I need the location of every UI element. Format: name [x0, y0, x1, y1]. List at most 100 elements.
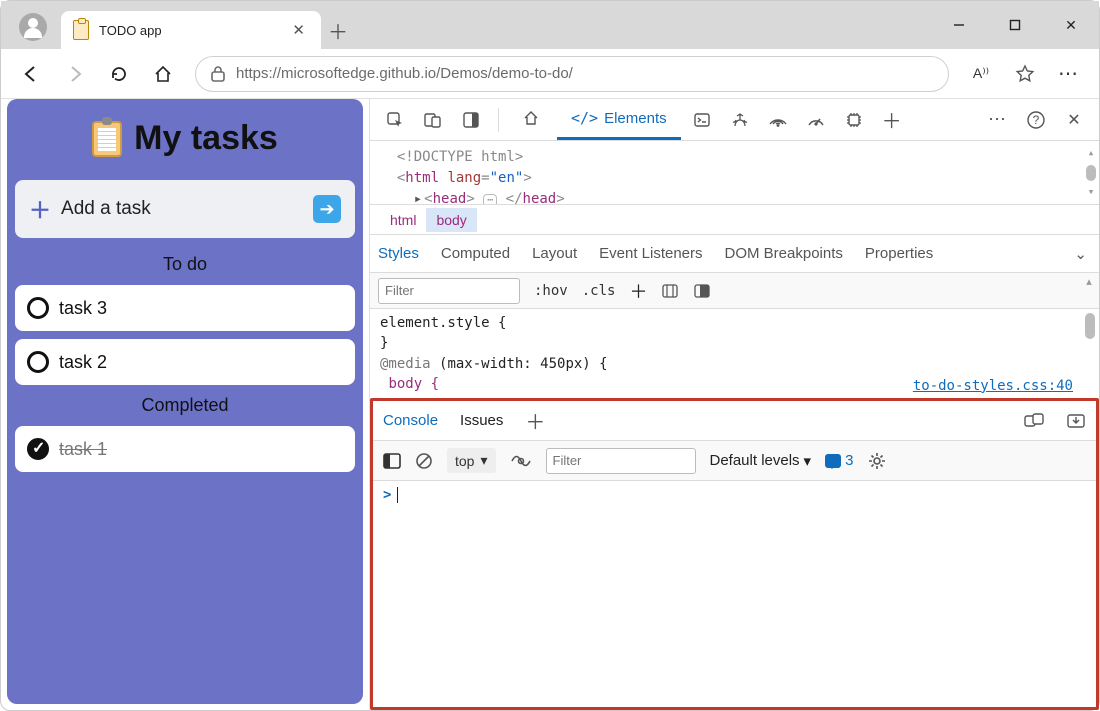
scrollbar[interactable] — [1085, 313, 1095, 339]
input-caret — [397, 487, 398, 503]
dock-icon[interactable] — [454, 103, 488, 137]
console-tab-icon[interactable] — [685, 103, 719, 137]
tab-styles[interactable]: Styles — [378, 245, 419, 262]
drawer-dock-icon[interactable] — [1066, 413, 1086, 429]
source-link[interactable]: to-do-styles.css:40 — [913, 376, 1073, 396]
welcome-tab[interactable] — [509, 100, 553, 140]
new-rule-button[interactable]: ＋ — [629, 278, 647, 304]
cls-toggle[interactable]: .cls — [582, 283, 616, 299]
flex-editor-icon[interactable] — [661, 283, 679, 299]
console-settings-button[interactable] — [867, 451, 887, 471]
window-maximize-button[interactable] — [987, 1, 1043, 49]
more-tabs-button[interactable]: ＋ — [875, 103, 909, 137]
browser-toolbar: https://microsoftedge.github.io/Demos/de… — [1, 49, 1099, 99]
context-selector[interactable]: top▾ — [447, 448, 496, 473]
submit-task-button[interactable]: ➔ — [313, 195, 341, 223]
tab-console[interactable]: Console — [383, 412, 438, 429]
sources-tab-icon[interactable] — [723, 103, 757, 137]
task-checkbox[interactable] — [27, 297, 49, 319]
inspect-icon[interactable] — [378, 103, 412, 137]
computed-toggle-icon[interactable] — [693, 283, 711, 299]
favorite-button[interactable] — [1005, 54, 1045, 94]
scrollbar[interactable]: ▴ ▾ — [1085, 145, 1097, 200]
todo-app: My tasks ＋ Add a task ➔ To do task 3 tas… — [7, 99, 363, 704]
hov-toggle[interactable]: :hov — [534, 283, 568, 299]
expand-icon[interactable]: ▸ — [414, 191, 422, 205]
completed-section-heading: Completed — [15, 395, 355, 416]
chevron-down-icon: ▾ — [480, 452, 487, 469]
drawer-tabs: Console Issues ＋ — [373, 401, 1096, 441]
tab-dombreakpoints[interactable]: DOM Breakpoints — [725, 245, 843, 262]
chevron-down-icon[interactable]: ⌄ — [1074, 245, 1087, 263]
address-bar[interactable]: https://microsoftedge.github.io/Demos/de… — [195, 56, 949, 92]
console-drawer: Console Issues ＋ top▾ — [370, 398, 1099, 710]
window-minimize-button[interactable] — [931, 1, 987, 49]
task-label: task 1 — [59, 439, 107, 460]
elements-tab[interactable]: </> Elements — [557, 100, 681, 140]
drawer-detach-icon[interactable] — [1024, 413, 1044, 429]
performance-tab-icon[interactable] — [799, 103, 833, 137]
tab-layout[interactable]: Layout — [532, 245, 577, 262]
task-label: task 3 — [59, 298, 107, 319]
add-drawer-tab-button[interactable]: ＋ — [525, 406, 545, 435]
styles-subtabs: Styles Computed Layout Event Listeners D… — [370, 235, 1099, 273]
task-checkbox[interactable] — [27, 351, 49, 373]
new-tab-button[interactable]: ＋ — [321, 16, 355, 49]
tab-properties[interactable]: Properties — [865, 245, 933, 262]
back-button[interactable] — [11, 54, 51, 94]
tab-computed[interactable]: Computed — [441, 245, 510, 262]
console-toolbar: top▾ Default levels▾ 3 — [373, 441, 1096, 481]
task-label: task 2 — [59, 352, 107, 373]
home-icon — [523, 110, 539, 126]
comment-icon — [825, 454, 841, 468]
clipboard-icon — [73, 20, 89, 40]
tab-close-button[interactable]: ✕ — [288, 17, 309, 43]
more-button[interactable]: ⋯ — [1049, 54, 1089, 94]
sidebar-toggle-icon[interactable] — [383, 453, 401, 469]
help-button[interactable]: ? — [1019, 103, 1053, 137]
issues-counter[interactable]: 3 — [825, 452, 853, 469]
live-expression-button[interactable] — [510, 453, 532, 469]
more-tools-button[interactable]: ⋯ — [981, 103, 1015, 137]
read-aloud-button[interactable]: A⁾⁾ — [961, 54, 1001, 94]
styles-filter-input[interactable] — [378, 278, 520, 304]
devtools-close-button[interactable]: ✕ — [1057, 103, 1091, 137]
device-toggle-icon[interactable] — [416, 103, 450, 137]
add-task-label: Add a task — [61, 198, 313, 220]
refresh-button[interactable] — [99, 54, 139, 94]
task-item[interactable]: task 2 — [15, 339, 355, 385]
prompt-icon: > — [383, 487, 391, 503]
memory-tab-icon[interactable] — [837, 103, 871, 137]
window-close-button[interactable]: ✕ — [1043, 1, 1099, 49]
page-title: My tasks — [15, 119, 355, 158]
styles-toolbar: :hov .cls ＋ ▴ — [370, 273, 1099, 309]
devtools-panel: </> Elements ＋ ⋯ ? ✕ — [369, 99, 1099, 710]
console-filter-input[interactable] — [546, 448, 696, 474]
profile-avatar[interactable] — [19, 13, 47, 41]
clear-console-button[interactable] — [415, 452, 433, 470]
crumb-body[interactable]: body — [426, 208, 476, 232]
clipboard-icon — [92, 121, 122, 157]
task-checkbox[interactable] — [27, 438, 49, 460]
css-rules[interactable]: element.style { } @media (max-width: 450… — [370, 309, 1099, 398]
add-task-input[interactable]: ＋ Add a task ➔ — [15, 180, 355, 238]
ellipsis-icon[interactable]: ⋯ — [483, 194, 497, 205]
home-button[interactable] — [143, 54, 183, 94]
crumb-html[interactable]: html — [380, 208, 426, 232]
console-output[interactable]: > — [373, 481, 1096, 707]
breadcrumb: html body — [370, 205, 1099, 235]
window-titlebar: TODO app ✕ ＋ ✕ — [1, 1, 1099, 49]
forward-button[interactable] — [55, 54, 95, 94]
network-tab-icon[interactable] — [761, 103, 795, 137]
log-level-selector[interactable]: Default levels▾ — [710, 452, 812, 470]
tab-title: TODO app — [99, 23, 288, 38]
devtools-toolbar: </> Elements ＋ ⋯ ? ✕ — [370, 99, 1099, 141]
task-item[interactable]: task 3 — [15, 285, 355, 331]
scrollbar[interactable]: ▴ — [1083, 275, 1095, 288]
browser-tab[interactable]: TODO app ✕ — [61, 11, 321, 49]
dom-tree[interactable]: <!DOCTYPE html> <html lang="en"> ▸<head>… — [370, 141, 1099, 205]
tab-eventlisteners[interactable]: Event Listeners — [599, 245, 702, 262]
tab-issues[interactable]: Issues — [460, 412, 503, 429]
task-item[interactable]: task 1 — [15, 426, 355, 472]
svg-text:?: ? — [1033, 113, 1040, 127]
